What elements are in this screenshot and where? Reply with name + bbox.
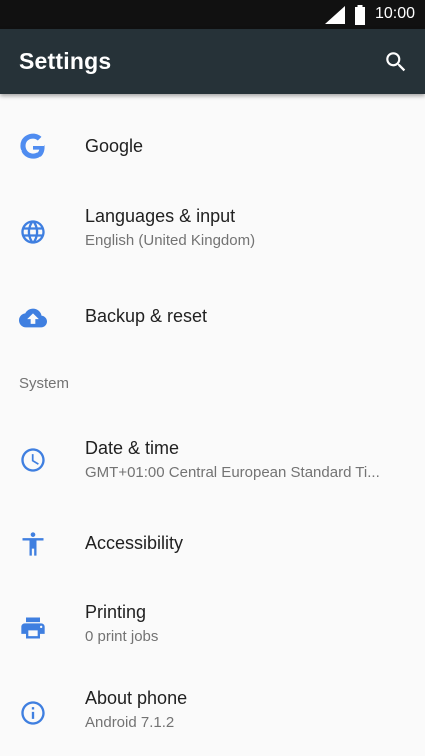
cloud-upload-icon: [19, 308, 47, 328]
settings-item-date-time[interactable]: Date & time GMT+01:00 Central European S…: [0, 424, 425, 508]
settings-item-label: Languages & input: [85, 206, 236, 226]
google-icon: [20, 133, 45, 159]
settings-item-backup[interactable]: Backup & reset: [0, 278, 425, 354]
status-time: 10:00: [374, 5, 415, 22]
page-title: Settings: [19, 48, 112, 74]
settings-item-about-phone[interactable]: About phone Android 7.1.2: [0, 674, 425, 754]
settings-item-summary: English (United Kingdom): [85, 232, 256, 249]
settings-item-printing[interactable]: Printing 0 print jobs: [0, 588, 425, 668]
clock-icon: [21, 448, 45, 472]
app-bar: Settings: [0, 29, 425, 94]
settings-item-google[interactable]: Google: [0, 108, 425, 186]
settings-item-label: Printing: [85, 602, 147, 622]
settings-item-label: Accessibility: [85, 533, 184, 553]
printer-icon: [21, 617, 45, 639]
settings-item-label: Google: [85, 136, 144, 156]
section-header-system: System: [19, 375, 70, 392]
accessibility-icon: [22, 532, 44, 556]
search-icon[interactable]: [383, 49, 409, 75]
settings-item-languages[interactable]: Languages & input English (United Kingdo…: [0, 192, 425, 272]
settings-item-accessibility[interactable]: Accessibility: [0, 508, 425, 582]
signal-icon: [325, 6, 345, 24]
settings-item-label: Backup & reset: [85, 306, 208, 326]
settings-item-summary: 0 print jobs: [85, 628, 159, 645]
settings-item-label: Date & time: [85, 438, 180, 458]
globe-icon: [21, 220, 45, 244]
info-icon: [21, 701, 45, 725]
settings-item-label: About phone: [85, 688, 188, 708]
battery-icon: [355, 5, 365, 25]
status-bar: 10:00: [0, 0, 425, 29]
settings-item-summary: GMT+01:00 Central European Standard Ti..…: [85, 464, 380, 481]
settings-item-summary: Android 7.1.2: [85, 714, 175, 731]
